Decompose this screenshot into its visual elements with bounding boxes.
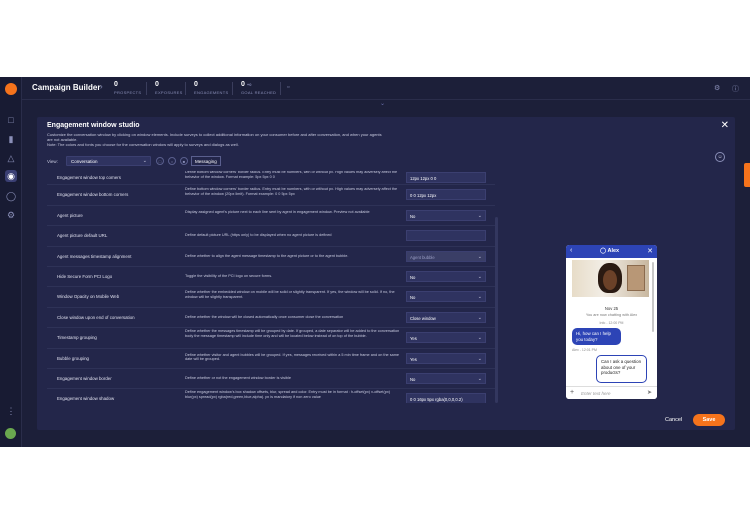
value-select[interactable]: Yes ⌄ — [406, 352, 486, 364]
table-row: Engagement window bottom corners Define … — [47, 185, 495, 206]
campaigns-icon[interactable]: ◉ — [5, 170, 17, 182]
chat-window-preview[interactable]: ‹ ◯ Alex ✕ Nov 25 You are now chatting w… — [566, 245, 657, 399]
table-row: Engagement window border Define whether … — [47, 369, 495, 390]
metric-goal-reached: 0 +0 GOAL REACHED — [241, 81, 277, 95]
chevron-down-icon: ⌄ — [477, 274, 482, 280]
chevron-down-icon: ⌄ — [142, 158, 147, 164]
value-field[interactable] — [406, 230, 486, 242]
chevron-down-icon: ⌄ — [477, 335, 482, 342]
settings-table: Engagement window top corners Define bot… — [47, 171, 495, 403]
date-separator: Nov 25 — [604, 306, 619, 311]
preview-icon[interactable]: ○ — [168, 157, 176, 165]
bot-icon[interactable]: ☺ — [715, 152, 725, 162]
system-message: You are now chatting with Alex — [585, 313, 638, 317]
chevron-down-icon: ⌄ — [477, 212, 482, 219]
user-avatar[interactable] — [5, 428, 16, 439]
value-select[interactable]: No ⌄ — [406, 209, 486, 221]
apps-grid-icon[interactable]: ⋮ — [5, 405, 17, 417]
side-tab[interactable] — [744, 163, 750, 187]
agent-bubble: Hi, how can I help you today? — [572, 328, 621, 345]
view-toolbar: View: Conversation ⌄ □ ○ ■ Messaging — [47, 156, 247, 168]
metric-exposures: 0 EXPOSURES — [155, 81, 183, 95]
users-icon[interactable]: ◯ — [5, 190, 17, 202]
panel-description: Customize the conversation window by cli… — [47, 132, 382, 147]
table-row: Agent picture default URL Define default… — [47, 226, 495, 247]
divider — [232, 82, 233, 95]
divider — [146, 82, 147, 95]
chevron-down-icon: ⌄ — [477, 355, 482, 362]
send-icon[interactable]: ➤ — [647, 389, 652, 396]
metric-engagements: 0 ENGAGEMENTS — [194, 81, 229, 95]
gear-icon[interactable]: ⚙ — [714, 84, 720, 92]
chevron-down-icon: ⌄ — [477, 253, 482, 260]
left-sidebar: □ ▮ △ ◉ ◯ ⚙ ⋮ — [0, 77, 22, 447]
value-field[interactable]: 12px 12px 0 0 — [406, 172, 486, 183]
consumer-bubble: Can I ask a question about one of your p… — [596, 355, 647, 383]
trophy-icon[interactable]: △ — [5, 152, 17, 164]
divider — [280, 82, 281, 95]
view-select[interactable]: Conversation ⌄ — [66, 156, 151, 166]
info-timestamp: Info - 12:00 PM — [599, 321, 624, 325]
table-row: Agent messages timestamp alignment Defin… — [47, 247, 495, 267]
value-select[interactable]: Close window ⌄ — [406, 311, 486, 323]
value-select[interactable]: No ⌄ — [406, 373, 486, 384]
table-row: Bubble grouping Define whether visitor a… — [47, 349, 495, 369]
table-row: Hide Secure Form PCI Logo Toggle the vis… — [47, 267, 495, 288]
message-input[interactable]: + Enter text here ➤ — [566, 386, 657, 399]
value-field[interactable]: 0 0 12px 12px — [406, 189, 486, 201]
table-row: Window Opacity on Mobile Web Define whet… — [47, 287, 495, 308]
collapse-chevron-icon[interactable]: ⌄ — [380, 100, 385, 107]
table-row: Engagement window shadow Define engageme… — [47, 389, 495, 403]
chevron-down-icon: ⌄ — [477, 314, 482, 321]
divider — [185, 82, 186, 95]
app-window: □ ▮ △ ◉ ◯ ⚙ ⋮ Campaign Builder › 0 PROSP… — [0, 77, 750, 447]
settings-icon[interactable]: ⚙ — [5, 209, 17, 221]
close-icon[interactable]: ✕ — [647, 247, 653, 255]
value-select[interactable]: No ⌄ — [406, 271, 486, 282]
help-icon[interactable]: ⓘ — [732, 84, 739, 94]
app-title: Campaign Builder — [32, 83, 101, 92]
cancel-button[interactable]: Cancel — [665, 417, 682, 423]
copy-icon[interactable]: □ — [156, 157, 164, 165]
value-select[interactable]: Yes ⌄ — [406, 332, 486, 344]
plus-icon[interactable]: + — [570, 389, 574, 396]
table-scrollbar[interactable] — [495, 217, 498, 403]
agent-picture — [572, 260, 649, 297]
metric-prospects: 0 PROSPECTS — [114, 81, 142, 95]
agent-timestamp: Alex - 12:01 PM — [572, 348, 597, 352]
image-icon[interactable]: ■ — [180, 157, 188, 165]
save-button[interactable]: Save — [693, 414, 725, 426]
preview-header[interactable]: ‹ ◯ Alex ✕ — [566, 245, 657, 258]
chevron-right-icon: › — [100, 82, 103, 91]
panel-title: Engagement window studio — [47, 122, 140, 129]
table-row: Engagement window top corners Define bot… — [47, 171, 495, 186]
engagement-window-studio-panel: Engagement window studio ✕ Customize the… — [37, 117, 735, 430]
table-row: Close window upon end of conversation De… — [47, 308, 495, 329]
chevron-down-icon: ⌄ — [477, 376, 482, 382]
table-row: Timestamp grouping Define whether the me… — [47, 328, 495, 349]
chevron-down-icon: ⌄ — [477, 294, 482, 301]
info-icon[interactable]: ▫ — [287, 84, 289, 91]
brand-logo[interactable] — [5, 83, 17, 95]
back-arrow-icon[interactable]: ‹ — [570, 247, 572, 254]
value-select[interactable]: Agent bubble ⌄ — [406, 250, 486, 262]
messaging-button[interactable]: Messaging — [191, 156, 221, 166]
close-icon[interactable]: ✕ — [721, 120, 729, 131]
view-label: View: — [47, 159, 58, 164]
top-bar: Campaign Builder › 0 PROSPECTS 0 EXPOSUR… — [22, 77, 750, 100]
value-select[interactable]: No ⌄ — [406, 291, 486, 303]
bar-chart-icon[interactable]: ▮ — [5, 133, 17, 145]
chat-icon[interactable]: □ — [5, 114, 17, 126]
table-row: Agent picture Display assigned agent's p… — [47, 206, 495, 227]
value-field[interactable]: 0 0 16px 5px rgba(0,0,0,0.2) — [406, 393, 486, 403]
